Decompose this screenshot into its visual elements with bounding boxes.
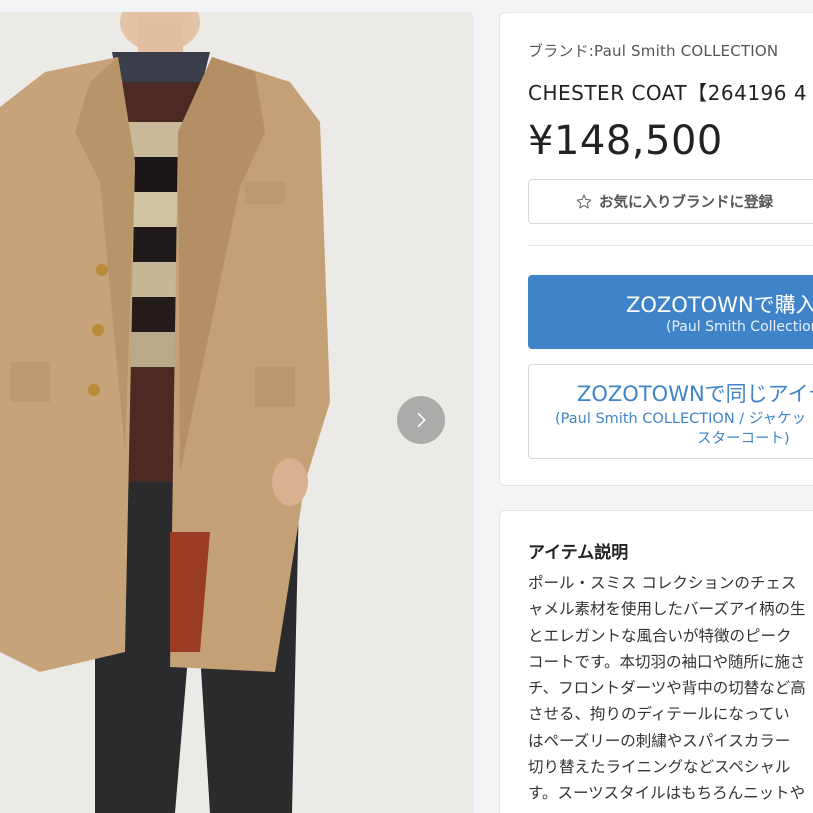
same-item-button-label: ZOZOTOWNで同じアイテ: [577, 382, 813, 406]
description-line: す。スーツスタイルはもちろんニットや: [528, 784, 806, 803]
buy-on-zozotown-button[interactable]: ZOZOTOWNで購入 (Paul Smith Collection: [528, 275, 813, 349]
buy-button-sublabel: (Paul Smith Collection: [666, 319, 813, 335]
buy-button-label: ZOZOTOWNで購入: [626, 293, 813, 317]
description-line: はペーズリーの刺繍やスパイスカラー: [528, 731, 791, 750]
description-heading: アイテム説明: [528, 543, 629, 563]
star-outline-icon: [576, 194, 592, 208]
description-line: とエレガントな風合いが特徴のピーク: [528, 626, 792, 645]
same-item-on-zozotown-button[interactable]: ZOZOTOWNで同じアイテ (Paul Smith COLLECTION / …: [528, 364, 813, 459]
chevron-right-icon: [417, 412, 426, 428]
product-image-panel: [0, 12, 474, 813]
brand-label[interactable]: ブランド:Paul Smith COLLECTION: [528, 40, 778, 61]
product-info-card: ブランド:Paul Smith COLLECTION CHESTER COAT【…: [499, 12, 813, 486]
product-price: ¥148,500: [528, 118, 723, 164]
product-title: CHESTER COAT【264196 4: [528, 81, 808, 105]
description-line: チ、フロントダーツや背中の切替など高: [528, 679, 806, 698]
description-line: コートです。本切羽の袖口や随所に施さ: [528, 652, 806, 671]
favorite-brand-button[interactable]: お気に入りブランドに登録: [528, 179, 813, 224]
description-text: ポール・スミス コレクションのチェス ャメル素材を使用したバーズアイ柄の生 とエ…: [528, 570, 806, 807]
description-line: ャメル素材を使用したバーズアイ柄の生: [528, 600, 806, 619]
same-item-button-sublabel-1: (Paul Smith COLLECTION / ジャケッ: [555, 411, 807, 427]
divider: [528, 245, 813, 246]
item-description-card: アイテム説明 ポール・スミス コレクションのチェス ャメル素材を使用したバーズア…: [499, 510, 813, 813]
description-line: ポール・スミス コレクションのチェス: [528, 574, 797, 592]
same-item-button-sublabel-2: スターコート): [697, 431, 790, 447]
next-image-button[interactable]: [397, 396, 445, 444]
description-line: 切り替えたライニングなどスペシャル: [528, 758, 791, 777]
favorite-brand-label: お気に入りブランドに登録: [599, 195, 773, 211]
description-line: させる、拘りのディテールになってい: [528, 705, 790, 724]
